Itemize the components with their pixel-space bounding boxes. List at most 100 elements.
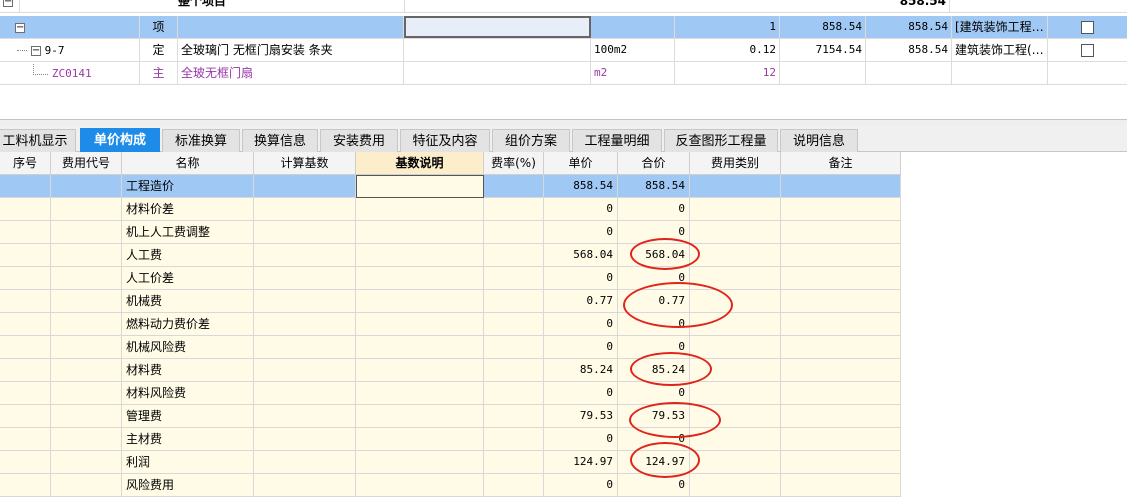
cell-unit-price[interactable]: 0.77	[544, 290, 618, 313]
cell-fee-code[interactable]	[51, 198, 122, 221]
cell-name[interactable]: 人工费	[122, 244, 254, 267]
item-checkbox[interactable]	[1081, 44, 1094, 57]
cell-calc-base[interactable]	[254, 451, 356, 474]
cell-calc-base[interactable]	[254, 313, 356, 336]
item-unit[interactable]: m2	[591, 62, 675, 84]
col-header-total[interactable]: 合价	[618, 152, 690, 175]
cell-total[interactable]: 85.24	[618, 359, 690, 382]
cell-fee-code[interactable]	[51, 405, 122, 428]
item-row[interactable]: − 9-7 定 全玻璃门 无框门扇安装 条夹 100m2 0.12 7154.5…	[0, 39, 1127, 62]
collapse-icon[interactable]: −	[3, 0, 13, 7]
cell-rate[interactable]	[484, 359, 544, 382]
cell-remark[interactable]	[781, 198, 901, 221]
cell-rate[interactable]	[484, 198, 544, 221]
cell-base-desc[interactable]	[356, 290, 484, 313]
cell-unit-price[interactable]: 0	[544, 474, 618, 497]
item-extra-cell[interactable]	[1048, 62, 1127, 84]
item-spec[interactable]	[404, 39, 591, 61]
cell-base-desc[interactable]	[356, 474, 484, 497]
cell-seq[interactable]	[0, 198, 51, 221]
item-quantity[interactable]: 12	[675, 62, 780, 84]
cell-total[interactable]: 79.53	[618, 405, 690, 428]
cell-fee-category[interactable]	[690, 290, 781, 313]
cell-calc-base[interactable]	[254, 405, 356, 428]
item-quantity[interactable]: 1	[675, 16, 780, 38]
cell-seq[interactable]	[0, 428, 51, 451]
cell-rate[interactable]	[484, 313, 544, 336]
cell-calc-base[interactable]	[254, 290, 356, 313]
fee-row[interactable]: 材料费 85.24 85.24	[0, 359, 901, 382]
cell-seq[interactable]	[0, 405, 51, 428]
tab-standard-conversion[interactable]: 标准换算	[162, 129, 240, 152]
cell-unit-price[interactable]: 0	[544, 198, 618, 221]
cell-fee-code[interactable]	[51, 382, 122, 405]
cell-unit-price[interactable]: 0	[544, 221, 618, 244]
cell-fee-code[interactable]	[51, 221, 122, 244]
cell-rate[interactable]	[484, 405, 544, 428]
cell-rate[interactable]	[484, 175, 544, 198]
fee-row[interactable]: 人工价差 0 0	[0, 267, 901, 290]
cell-calc-base[interactable]	[254, 359, 356, 382]
cell-calc-base[interactable]	[254, 382, 356, 405]
cell-seq[interactable]	[0, 175, 51, 198]
cell-remark[interactable]	[781, 313, 901, 336]
group-header-row[interactable]: − 整个项目 858.54	[0, 0, 1127, 13]
col-header-fee-code[interactable]: 费用代号	[51, 152, 122, 175]
tab-installation-fee[interactable]: 安装费用	[320, 129, 398, 152]
cell-total[interactable]: 0	[618, 336, 690, 359]
cell-name[interactable]: 机上人工费调整	[122, 221, 254, 244]
item-name[interactable]	[178, 16, 404, 38]
cell-total[interactable]: 0	[618, 198, 690, 221]
cell-remark[interactable]	[781, 267, 901, 290]
tab-reverse-graphic-quantity[interactable]: 反查图形工程量	[664, 129, 778, 152]
cell-seq[interactable]	[0, 382, 51, 405]
cell-unit-price[interactable]: 568.04	[544, 244, 618, 267]
cell-fee-category[interactable]	[690, 359, 781, 382]
cell-fee-category[interactable]	[690, 382, 781, 405]
cell-name[interactable]: 管理费	[122, 405, 254, 428]
cell-unit-price[interactable]: 79.53	[544, 405, 618, 428]
cell-seq[interactable]	[0, 221, 51, 244]
cell-remark[interactable]	[781, 405, 901, 428]
cell-fee-code[interactable]	[51, 290, 122, 313]
cell-total[interactable]: 0	[618, 267, 690, 290]
fee-row[interactable]: 燃料动力费价差 0 0	[0, 313, 901, 336]
tab-features-content[interactable]: 特征及内容	[400, 129, 490, 152]
cell-unit-price[interactable]: 0	[544, 336, 618, 359]
cell-name[interactable]: 机械费	[122, 290, 254, 313]
cell-rate[interactable]	[484, 474, 544, 497]
tab-quantity-details[interactable]: 工程量明细	[572, 129, 662, 152]
item-major[interactable]: 建筑装饰工程(…	[952, 39, 1048, 61]
cell-fee-code[interactable]	[51, 175, 122, 198]
cell-total[interactable]: 0	[618, 428, 690, 451]
item-spec-editor[interactable]	[404, 16, 591, 38]
cell-name[interactable]: 风险费用	[122, 474, 254, 497]
cell-calc-base[interactable]	[254, 198, 356, 221]
cell-base-desc[interactable]	[356, 359, 484, 382]
cell-fee-code[interactable]	[51, 336, 122, 359]
col-header-remark[interactable]: 备注	[781, 152, 901, 175]
cell-fee-category[interactable]	[690, 175, 781, 198]
cell-fee-code[interactable]	[51, 313, 122, 336]
cell-base-desc[interactable]	[356, 198, 484, 221]
cell-calc-base[interactable]	[254, 336, 356, 359]
item-unit[interactable]: 100m2	[591, 39, 675, 61]
cell-remark[interactable]	[781, 359, 901, 382]
tab-material-machine[interactable]: 工料机显示	[0, 129, 76, 152]
cell-calc-base[interactable]	[254, 267, 356, 290]
cell-seq[interactable]	[0, 244, 51, 267]
cell-total[interactable]: 0	[618, 382, 690, 405]
cell-base-desc[interactable]	[356, 451, 484, 474]
cell-name[interactable]: 人工价差	[122, 267, 254, 290]
cell-fee-category[interactable]	[690, 267, 781, 290]
fee-row[interactable]: 管理费 79.53 79.53	[0, 405, 901, 428]
cell-fee-category[interactable]	[690, 474, 781, 497]
cell-fee-code[interactable]	[51, 451, 122, 474]
cell-rate[interactable]	[484, 428, 544, 451]
cell-seq[interactable]	[0, 290, 51, 313]
cell-name[interactable]: 工程造价	[122, 175, 254, 198]
collapse-icon[interactable]: −	[15, 22, 25, 33]
cell-total[interactable]: 858.54	[618, 175, 690, 198]
cell-remark[interactable]	[781, 382, 901, 405]
col-header-calc-base[interactable]: 计算基数	[254, 152, 356, 175]
